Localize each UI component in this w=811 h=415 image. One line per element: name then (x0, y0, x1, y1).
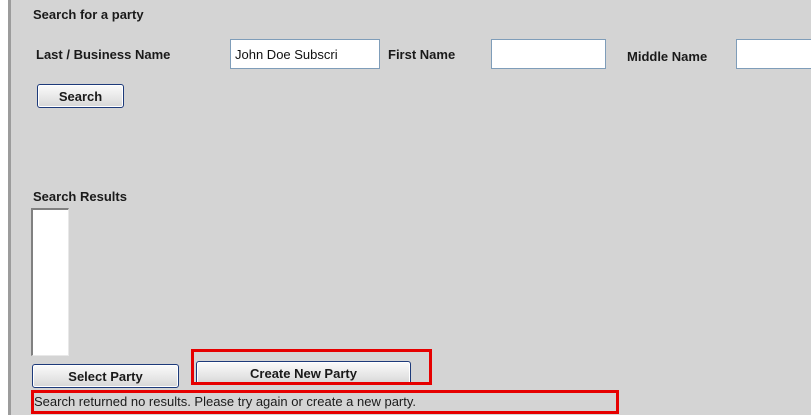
search-button[interactable]: Search (37, 84, 124, 108)
search-results-title: Search Results (33, 189, 127, 204)
select-party-button[interactable]: Select Party (32, 364, 179, 388)
search-results-list[interactable] (31, 208, 69, 356)
first-name-label: First Name (388, 47, 456, 62)
search-section-title: Search for a party (33, 7, 144, 22)
last-name-label: Last / Business Name (36, 47, 171, 62)
create-new-party-button[interactable]: Create New Party (196, 361, 411, 385)
page-edge (0, 0, 8, 415)
first-name-input[interactable] (491, 39, 606, 69)
last-name-input[interactable] (230, 39, 380, 69)
middle-name-label: Middle Name (627, 49, 708, 64)
status-message: Search returned no results. Please try a… (34, 394, 417, 409)
party-search-panel: Search for a party Last / Business Name … (11, 0, 811, 415)
middle-name-input[interactable] (736, 39, 811, 69)
